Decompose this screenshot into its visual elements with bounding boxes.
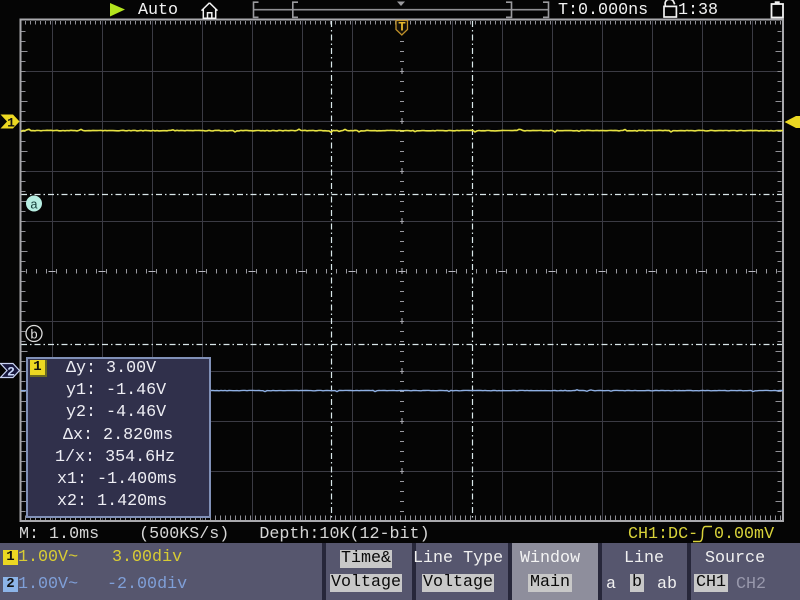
svg-text:T: T [398,21,406,35]
svg-text:1: 1 [7,116,15,131]
svg-text:b: b [30,328,38,343]
svg-text:a: a [30,198,38,213]
svg-text:2: 2 [7,365,15,380]
